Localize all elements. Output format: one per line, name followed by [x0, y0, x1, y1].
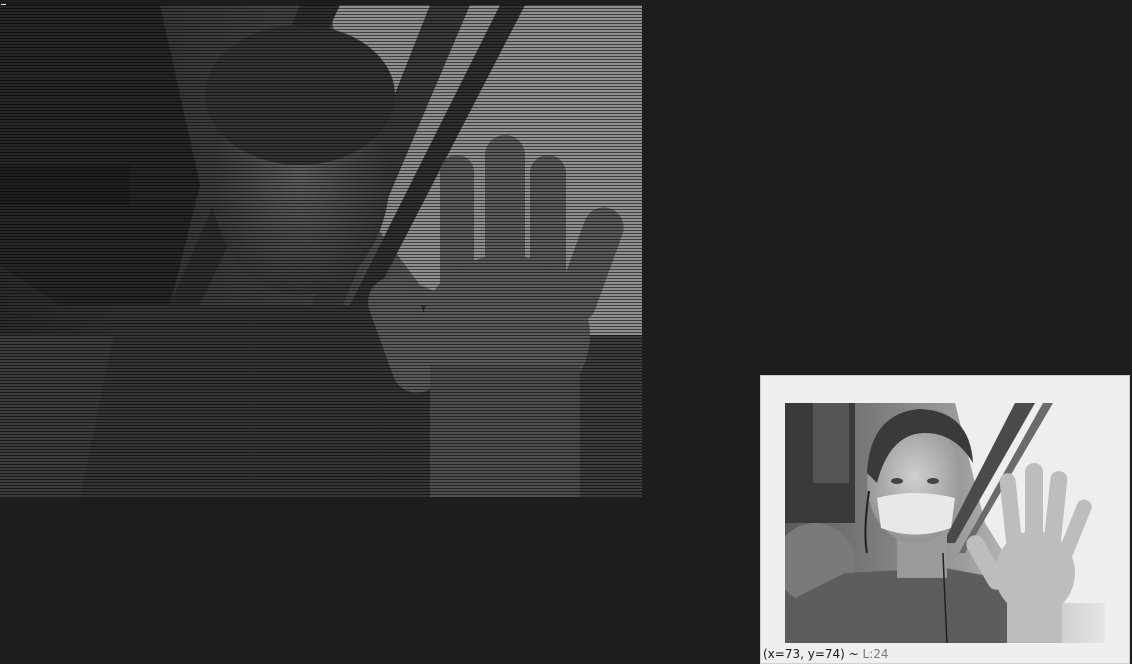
status-bar: (x=73, y=74) ~ L:24	[763, 647, 889, 661]
ascii-art-image	[0, 5, 642, 497]
level-value: L:24	[862, 647, 889, 661]
webcam-frame	[785, 403, 1105, 643]
terminal-window[interactable]: (x=73, y=74) ~ L:24	[0, 0, 1132, 664]
ascii-art-render	[0, 5, 642, 497]
camera-preview-image	[785, 403, 1105, 643]
cursor-coordinates: (x=73, y=74) ~	[763, 647, 863, 661]
camera-preview-window[interactable]: (x=73, y=74) ~ L:24	[760, 375, 1130, 664]
